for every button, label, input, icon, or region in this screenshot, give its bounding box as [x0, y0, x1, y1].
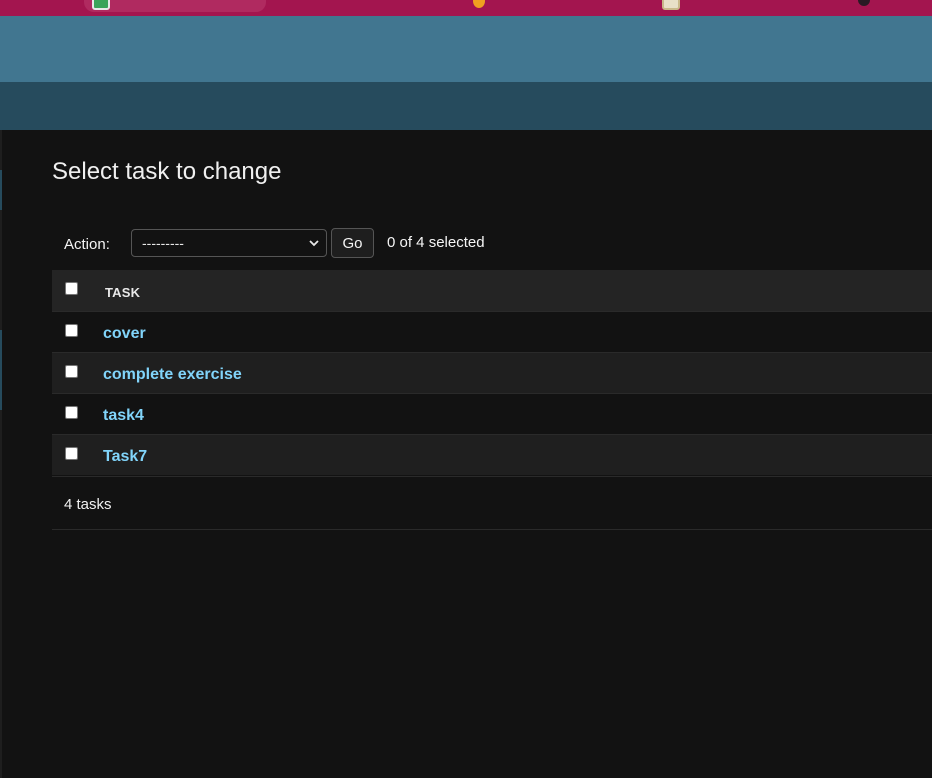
profile-icon[interactable]	[858, 0, 870, 6]
task-link[interactable]: task4	[103, 407, 144, 425]
task-link[interactable]: Task7	[103, 448, 147, 466]
table-row: complete exercise	[52, 352, 932, 393]
row-checkbox[interactable]	[65, 324, 78, 337]
go-button[interactable]: Go	[331, 228, 374, 258]
bookmark-favicon-icon[interactable]	[662, 0, 680, 10]
row-checkbox[interactable]	[65, 406, 78, 419]
selection-counter: 0 of 4 selected	[387, 234, 485, 251]
action-select-value: ---------	[142, 235, 184, 251]
column-header-task[interactable]: TASK	[105, 285, 140, 300]
breadcrumbs-bar	[0, 82, 932, 130]
paginator: 4 tasks	[52, 476, 932, 530]
table-row: Task7	[52, 434, 932, 475]
chevron-down-icon	[309, 240, 319, 247]
table-header-row: TASK	[52, 270, 932, 311]
action-label: Action:	[64, 236, 110, 253]
sidebar-marker	[0, 370, 2, 410]
sidebar-marker	[0, 170, 2, 210]
table-row: task4	[52, 393, 932, 434]
table-row: cover	[52, 311, 932, 352]
sidebar-marker	[0, 330, 2, 370]
action-select[interactable]: ---------	[131, 229, 327, 257]
row-checkbox[interactable]	[65, 365, 78, 378]
result-count: 4 tasks	[64, 496, 112, 513]
sidebar-collapsed-edge[interactable]	[0, 130, 2, 778]
task-link[interactable]: complete exercise	[103, 366, 242, 384]
task-link[interactable]: cover	[103, 325, 146, 343]
actions-bar: Action: --------- Go 0 of 4 selected	[52, 226, 932, 262]
site-header	[0, 16, 932, 82]
browser-bookmarks-bar	[0, 0, 932, 16]
bookmark-favicon-icon[interactable]	[92, 0, 110, 10]
row-checkbox[interactable]	[65, 447, 78, 460]
main-content: Select task to change Action: --------- …	[52, 130, 932, 778]
bookmark-favicon-icon[interactable]	[473, 0, 485, 8]
browser-tab[interactable]	[84, 0, 266, 12]
page-title: Select task to change	[52, 158, 282, 185]
select-all-checkbox[interactable]	[65, 282, 78, 295]
result-list-table: TASK cover complete exercise task4 Task7	[52, 270, 932, 475]
